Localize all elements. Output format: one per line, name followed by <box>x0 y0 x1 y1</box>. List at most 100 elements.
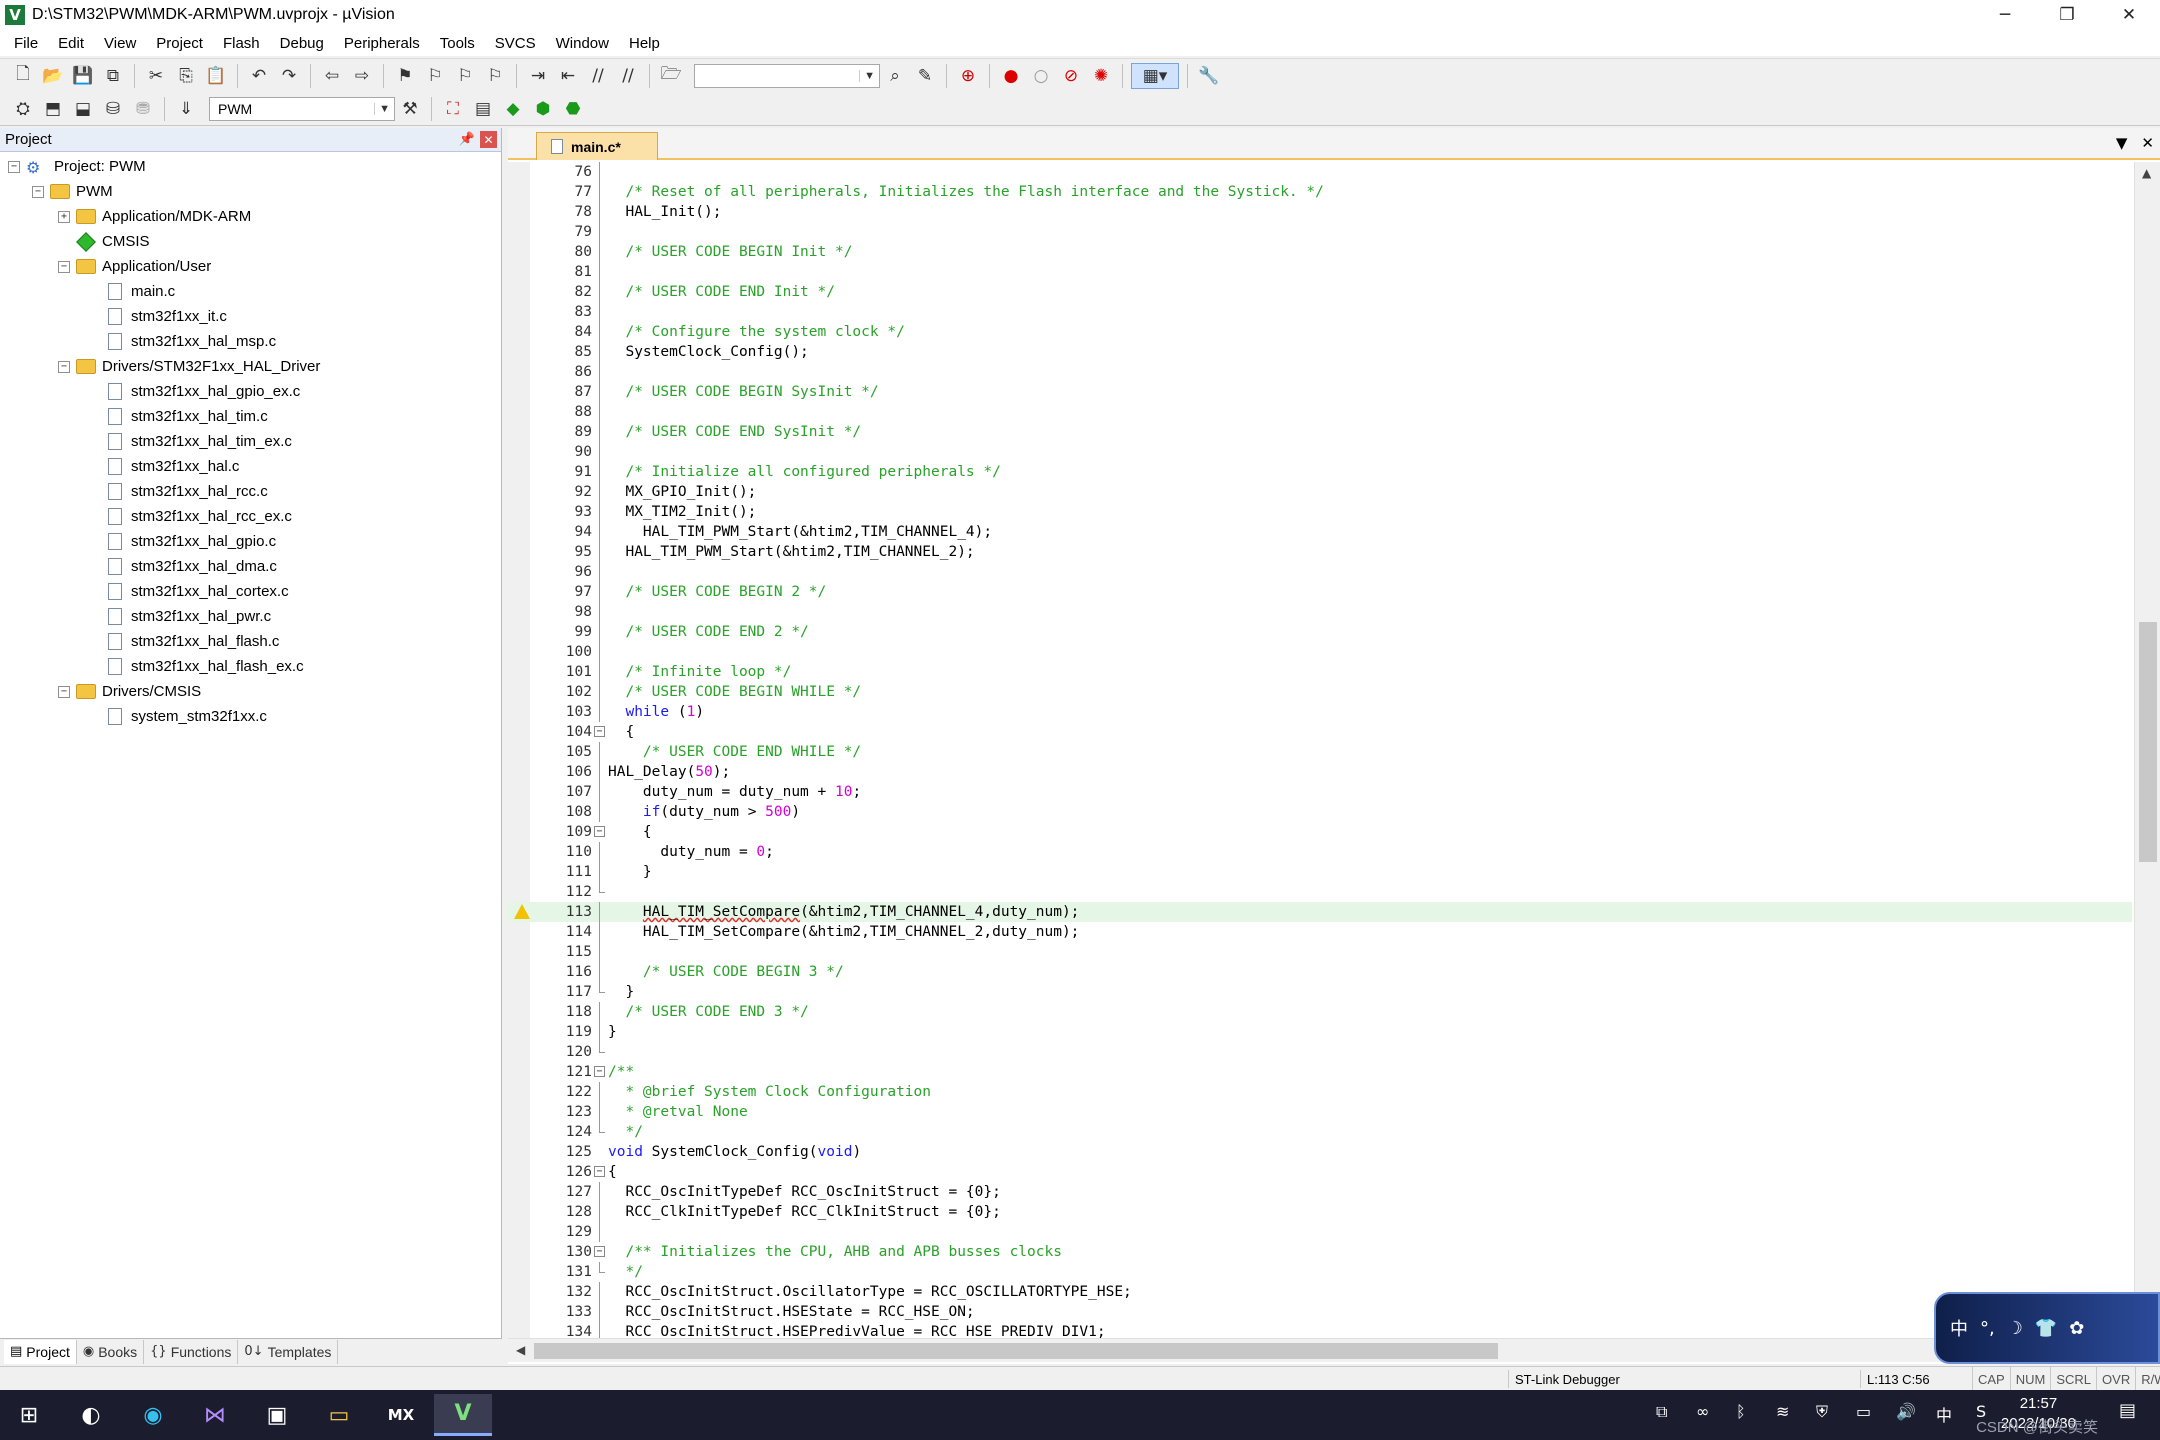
vertical-scroll-thumb[interactable] <box>2139 622 2157 862</box>
tree-item[interactable]: stm32f1xx_hal_gpio.c <box>108 529 276 554</box>
insert-breakpoint-icon[interactable]: ● <box>998 63 1024 89</box>
incremental-find-icon[interactable]: ✎ <box>912 63 938 89</box>
copy-icon[interactable]: ⎘ <box>173 63 199 89</box>
indent-icon[interactable]: ⇥ <box>525 63 551 89</box>
tab-close-icon[interactable]: ✕ <box>2141 134 2154 152</box>
wifi-icon[interactable]: ≋ <box>1776 1402 1789 1421</box>
ime-glyph-icon[interactable]: 中 <box>1950 1315 1968 1341</box>
save-all-icon[interactable]: ⧉ <box>100 63 126 89</box>
collapse-icon[interactable]: − <box>594 1066 605 1077</box>
comment-icon[interactable]: // <box>585 63 611 89</box>
input-method-icon[interactable]: 中 <box>1936 1402 1952 1426</box>
pack-installer-icon[interactable]: ⬢ <box>530 96 556 122</box>
expand-toggle-icon[interactable]: − <box>32 185 44 198</box>
target-options-icon[interactable]: ⚒ <box>397 96 423 122</box>
expand-toggle-icon[interactable]: − <box>58 360 70 373</box>
collapse-icon[interactable]: − <box>594 1246 605 1257</box>
ime-glyph-icon[interactable]: 👕 <box>2035 1318 2057 1339</box>
disable-breakpoints-icon[interactable]: ⊘ <box>1058 63 1084 89</box>
panel-tab-templates[interactable]: 0↓ Templates <box>238 1339 339 1364</box>
find-combo[interactable]: ▼ <box>694 63 880 88</box>
ime-toolbar-widget[interactable]: 中 °, ☽ 👕 ✿ <box>1934 1292 2160 1364</box>
tree-item[interactable]: stm32f1xx_hal_tim_ex.c <box>108 429 292 454</box>
download-load-icon[interactable]: ⇓ <box>173 96 199 122</box>
navigate-forward-icon[interactable]: ⇨ <box>349 63 375 89</box>
tab-list-icon[interactable]: ▼ <box>2116 134 2128 152</box>
fold-toggle-icon[interactable]: − <box>592 1242 608 1262</box>
prev-bookmark-icon[interactable]: ⚐ <box>422 63 448 89</box>
minimize-button[interactable]: ─ <box>1974 0 2036 30</box>
tree-item[interactable]: system_stm32f1xx.c <box>108 704 267 729</box>
tree-item[interactable]: stm32f1xx_hal.c <box>108 454 239 479</box>
expand-toggle-icon[interactable]: − <box>58 685 70 698</box>
menu-flash[interactable]: Flash <box>213 35 270 52</box>
visual-studio-taskbar-icon[interactable]: ⋈ <box>186 1394 244 1436</box>
target-select[interactable]: PWM ▼ <box>209 96 395 121</box>
enable-breakpoint-icon[interactable]: ○ <box>1028 63 1054 89</box>
tree-item[interactable]: stm32f1xx_hal_cortex.c <box>108 579 289 604</box>
configure-wrench-icon[interactable]: 🔧 <box>1196 63 1222 89</box>
undo-icon[interactable]: ↶ <box>246 63 272 89</box>
file-explorer-taskbar-icon[interactable]: ▭ <box>310 1394 368 1436</box>
tree-item[interactable]: stm32f1xx_hal_rcc_ex.c <box>108 504 292 529</box>
tree-item[interactable]: − Drivers/CMSIS <box>58 679 201 704</box>
menu-project[interactable]: Project <box>146 35 213 52</box>
tree-item[interactable]: stm32f1xx_hal_flash.c <box>108 629 279 654</box>
edge-taskbar-icon[interactable]: ◉ <box>124 1394 182 1436</box>
menu-help[interactable]: Help <box>619 35 670 52</box>
panel-tab-project[interactable]: ▤ Project <box>4 1339 77 1364</box>
tree-item[interactable]: − ⚙ Project: PWM <box>8 154 146 179</box>
tree-item[interactable]: − Application/User <box>58 254 211 279</box>
ime-glyph-icon[interactable]: ☽ <box>2007 1318 2023 1339</box>
scroll-left-icon[interactable]: ◀ <box>516 1343 525 1357</box>
navigate-back-icon[interactable]: ⇦ <box>319 63 345 89</box>
bookmark-icon[interactable]: ⚑ <box>392 63 418 89</box>
horizontal-scrollbar[interactable]: ◀ <box>508 1338 2132 1362</box>
tree-item[interactable]: stm32f1xx_hal_gpio_ex.c <box>108 379 300 404</box>
save-icon[interactable]: 💾 <box>70 63 96 89</box>
file-extensions-icon[interactable]: ▤ <box>470 96 496 122</box>
menu-debug[interactable]: Debug <box>270 35 334 52</box>
vertical-scrollbar[interactable]: ▲ <box>2134 162 2160 1348</box>
stm32cubemx-taskbar-icon[interactable]: MX <box>372 1394 430 1436</box>
tree-item[interactable]: − PWM <box>32 179 113 204</box>
menu-svcs[interactable]: SVCS <box>485 35 546 52</box>
select-software-packs-icon[interactable]: ⬣ <box>560 96 586 122</box>
redo-icon[interactable]: ↷ <box>276 63 302 89</box>
unindent-icon[interactable]: ⇤ <box>555 63 581 89</box>
horizontal-scroll-thumb[interactable] <box>534 1343 1498 1359</box>
paste-icon[interactable]: 📋 <box>203 63 229 89</box>
menu-edit[interactable]: Edit <box>48 35 94 52</box>
collapse-icon[interactable]: − <box>594 826 605 837</box>
menu-tools[interactable]: Tools <box>430 35 485 52</box>
fold-toggle-icon[interactable]: − <box>592 822 608 842</box>
uncomment-icon[interactable]: // <box>615 63 641 89</box>
ime-glyph-icon[interactable]: °, <box>1980 1318 1995 1339</box>
menu-view[interactable]: View <box>94 35 146 52</box>
collapse-icon[interactable]: − <box>594 726 605 737</box>
fold-toggle-icon[interactable]: − <box>592 1062 608 1082</box>
tree-item[interactable]: stm32f1xx_it.c <box>108 304 227 329</box>
bluetooth-icon[interactable]: ᛒ <box>1736 1402 1746 1421</box>
collapse-icon[interactable]: − <box>594 1166 605 1177</box>
scroll-up-icon[interactable]: ▲ <box>2142 166 2151 180</box>
window-layout-icon[interactable]: ▦▾ <box>1131 62 1179 89</box>
tree-item[interactable]: stm32f1xx_hal_dma.c <box>108 554 277 579</box>
expand-toggle-icon[interactable]: + <box>58 210 70 223</box>
debug-session-icon[interactable]: ⊕ <box>955 63 981 89</box>
security-icon[interactable]: ⛨ <box>1816 1402 1828 1422</box>
open-folder-icon[interactable]: 📂 <box>40 63 66 89</box>
tree-item[interactable]: stm32f1xx_hal_pwr.c <box>108 604 271 629</box>
expand-toggle-icon[interactable]: − <box>8 160 20 173</box>
panel-close-icon[interactable]: ✕ <box>480 131 497 148</box>
clear-bookmarks-icon[interactable]: ⚐ <box>482 63 508 89</box>
stop-build-icon[interactable]: ⛃ <box>130 96 156 122</box>
translate-icon[interactable]: ⛭ <box>10 96 36 122</box>
next-bookmark-icon[interactable]: ⚐ <box>452 63 478 89</box>
tree-item[interactable]: stm32f1xx_hal_msp.c <box>108 329 276 354</box>
panel-tab-books[interactable]: ◉ Books <box>77 1339 145 1364</box>
printer-taskbar-icon[interactable]: ▣ <box>248 1394 306 1436</box>
tree-item[interactable]: stm32f1xx_hal_flash_ex.c <box>108 654 304 679</box>
notification-icon[interactable]: ▤ <box>2119 1400 2136 1421</box>
link-icon[interactable]: ∞ <box>1696 1402 1709 1421</box>
